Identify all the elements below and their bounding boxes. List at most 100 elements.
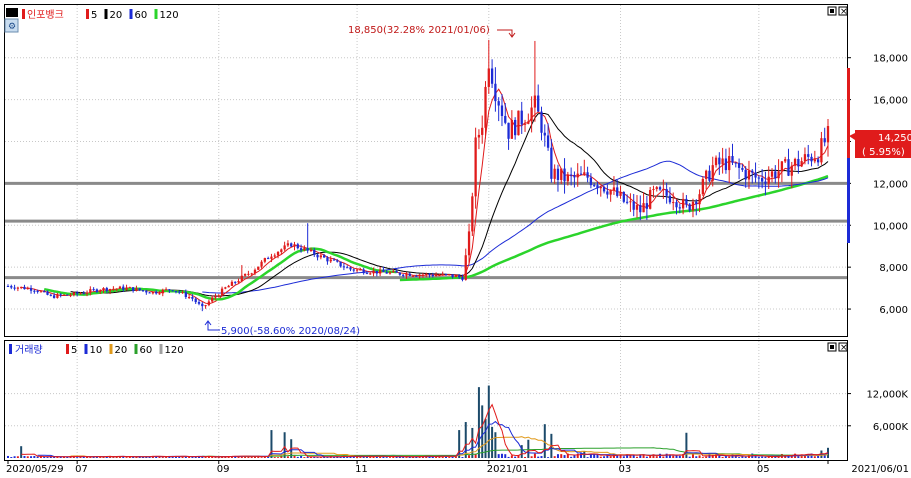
candle-body — [131, 287, 135, 291]
candle-body — [66, 294, 69, 296]
candle-body — [576, 173, 579, 178]
candle-body — [29, 288, 33, 291]
candle-body — [85, 292, 89, 294]
candle-body — [319, 255, 322, 258]
volume-bar — [705, 456, 708, 458]
candle-body — [59, 294, 62, 296]
candle-body — [444, 273, 448, 275]
candle-body — [560, 168, 563, 180]
candle-body — [286, 243, 290, 246]
volume-bar — [494, 432, 497, 458]
price-legend-title: 인포뱅크 — [27, 9, 64, 21]
candle-body — [164, 289, 168, 291]
candle-body — [784, 159, 787, 162]
candle-body — [537, 95, 540, 112]
candle-body — [787, 159, 790, 176]
legend-swatch — [84, 344, 88, 354]
legend-item-label: 10 — [90, 345, 103, 356]
candle-body — [474, 137, 477, 197]
candle-body — [405, 273, 408, 276]
volume-bar — [510, 455, 513, 458]
candle-body — [217, 295, 220, 297]
volume-legend-title: 거래량 — [15, 344, 43, 356]
volume-bar — [813, 456, 816, 458]
volume-bar — [448, 457, 451, 458]
candle-body — [573, 175, 576, 178]
candle-body — [115, 288, 118, 290]
candle-body — [477, 134, 481, 138]
candle-body — [658, 187, 662, 190]
volume-bar — [188, 456, 191, 458]
candle-body — [490, 68, 494, 84]
candle-body — [69, 295, 72, 297]
close-icon: × — [840, 343, 848, 353]
volume-bar — [744, 456, 747, 458]
volume-bar — [402, 457, 405, 458]
candle-body — [685, 198, 688, 205]
date-axis: 2020/05/29 07 09 11 2021/01 03 05 2021/06/01 — [6, 460, 909, 475]
close-icon: × — [840, 7, 848, 17]
candle-body — [382, 269, 385, 273]
candle-body — [527, 121, 530, 124]
candle-body — [649, 190, 652, 209]
candle-body — [777, 171, 780, 179]
price-tick-label: 10,000 — [873, 221, 908, 232]
volume-bar — [161, 457, 164, 458]
volume-bar — [570, 456, 573, 458]
legend-swatch — [109, 344, 113, 354]
candle-body — [793, 158, 797, 166]
volume-bar — [698, 455, 701, 458]
panel-icon[interactable] — [6, 8, 18, 17]
candle-body — [158, 293, 161, 295]
candle-body — [388, 272, 392, 274]
candle-body — [181, 292, 184, 294]
volume-bar — [13, 456, 16, 458]
candle-body — [283, 245, 286, 250]
candle-body — [6, 286, 10, 288]
candle-body — [168, 289, 171, 291]
volume-bar — [547, 457, 550, 458]
legend-swatch — [159, 344, 163, 354]
volume-bar — [599, 456, 602, 458]
candle-body — [365, 273, 369, 275]
candle-body — [346, 267, 349, 269]
volume-bar — [603, 456, 606, 458]
candle-body — [33, 290, 36, 292]
candle-body — [43, 291, 46, 293]
candle-body — [303, 248, 306, 251]
date-tick-label: 2020/05/29 — [6, 464, 64, 475]
volume-bar — [165, 457, 168, 458]
legend-item-label: 120 — [160, 10, 179, 21]
candle-body — [418, 274, 421, 277]
volume-bar — [678, 455, 681, 458]
candle-body — [355, 269, 359, 271]
date-tick-label: 2021/06/01 — [851, 464, 909, 475]
candle-body — [125, 287, 128, 290]
candle-body — [46, 291, 49, 295]
candle-body — [734, 162, 737, 164]
candle-body — [224, 287, 227, 289]
legend-swatch — [154, 9, 158, 19]
candle-body — [826, 126, 830, 143]
legend-swatch — [86, 9, 89, 19]
volume-tick-label: 6,000K — [873, 422, 909, 433]
candle-body — [211, 297, 214, 302]
legend-swatch — [66, 344, 69, 354]
candle-body — [237, 280, 240, 283]
volume-bar — [738, 457, 741, 458]
date-tick-label: 03 — [619, 464, 632, 475]
candle-body — [731, 156, 734, 163]
candle-body — [553, 168, 556, 179]
candle-body — [336, 260, 339, 262]
volume-bar — [20, 446, 23, 458]
candle-body — [760, 177, 764, 182]
volume-bar — [530, 456, 533, 458]
candle-body — [151, 291, 155, 294]
candle-body — [148, 292, 151, 294]
candle-body — [431, 274, 434, 277]
legend-swatch — [104, 9, 108, 19]
volume-bar — [553, 456, 556, 458]
volume-bar — [662, 456, 665, 458]
candle-body — [253, 269, 257, 274]
candle-body — [378, 269, 382, 274]
